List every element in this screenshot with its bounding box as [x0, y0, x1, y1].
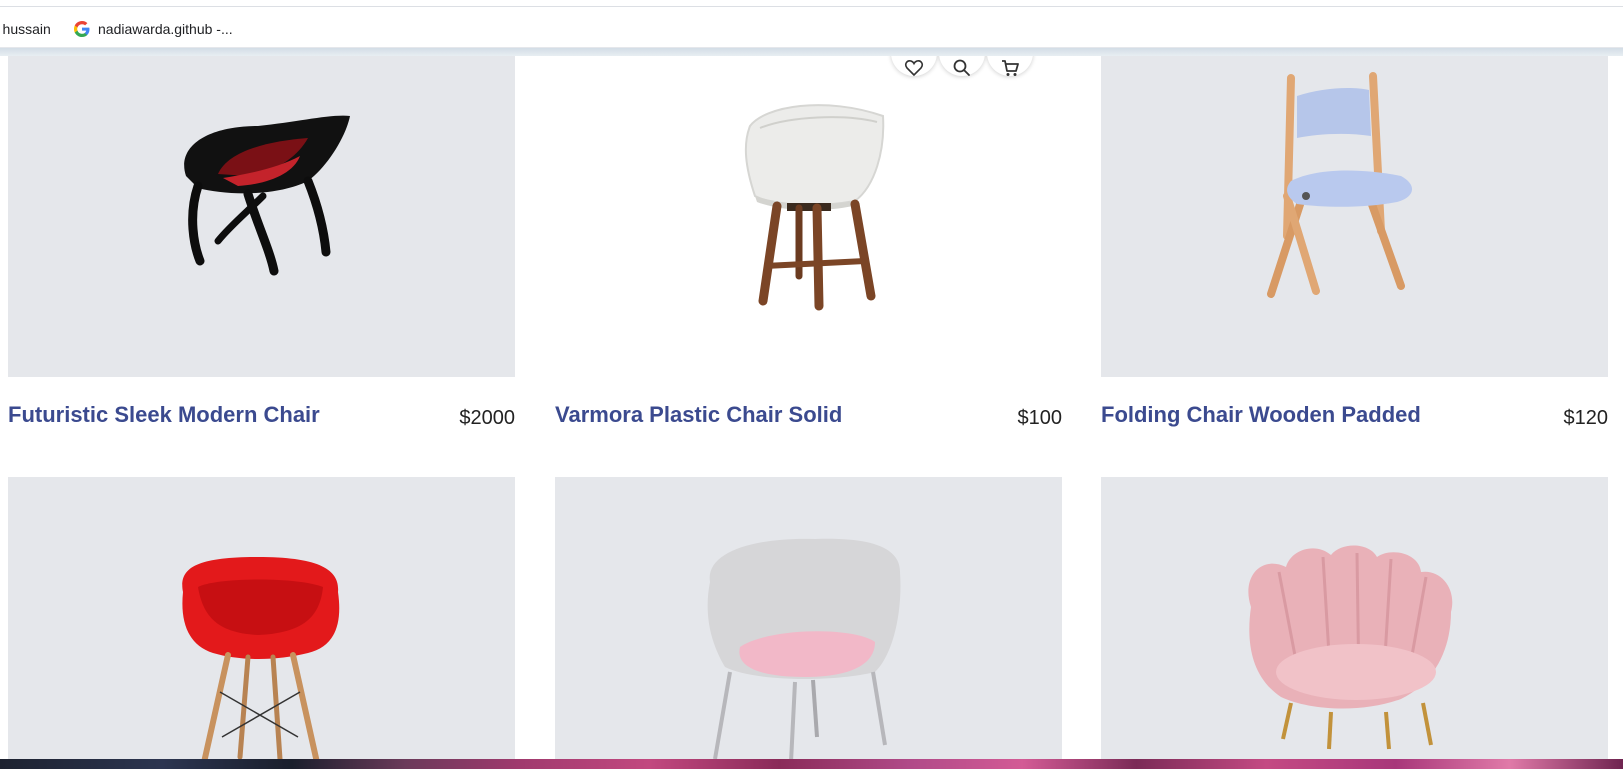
product-image[interactable] [555, 56, 1062, 377]
product-image[interactable] [8, 477, 515, 759]
toolbar-shadow [0, 48, 1623, 56]
search-icon [953, 59, 970, 76]
product-price: $120 [1563, 407, 1609, 429]
product-price: $100 [1017, 407, 1063, 429]
product-title[interactable]: Futuristic Sleek Modern Chair [8, 402, 320, 428]
product-image[interactable] [555, 477, 1062, 759]
cart-icon [1002, 60, 1019, 76]
product-image[interactable] [8, 56, 515, 377]
taskbar-wallpaper-strip [0, 759, 1623, 769]
bookmark-label: nadiawarda.github -... [98, 21, 233, 37]
product-price: $2000 [459, 407, 515, 429]
product-title[interactable]: Folding Chair Wooden Padded [1101, 402, 1421, 428]
bookmarks-bar: r hussain nadiawarda.github -... [0, 7, 1623, 48]
product-title[interactable]: Varmora Plastic Chair Solid [555, 402, 842, 428]
product-grid: Futuristic Sleek Modern Chair $2000 Varm… [0, 56, 1623, 759]
bookmark-item[interactable]: nadiawarda.github -... [74, 21, 233, 37]
heart-icon [904, 60, 924, 77]
product-image[interactable] [1101, 56, 1608, 377]
bookmark-item[interactable]: r hussain [0, 21, 51, 37]
google-icon [74, 21, 90, 37]
product-image[interactable] [1101, 477, 1608, 759]
